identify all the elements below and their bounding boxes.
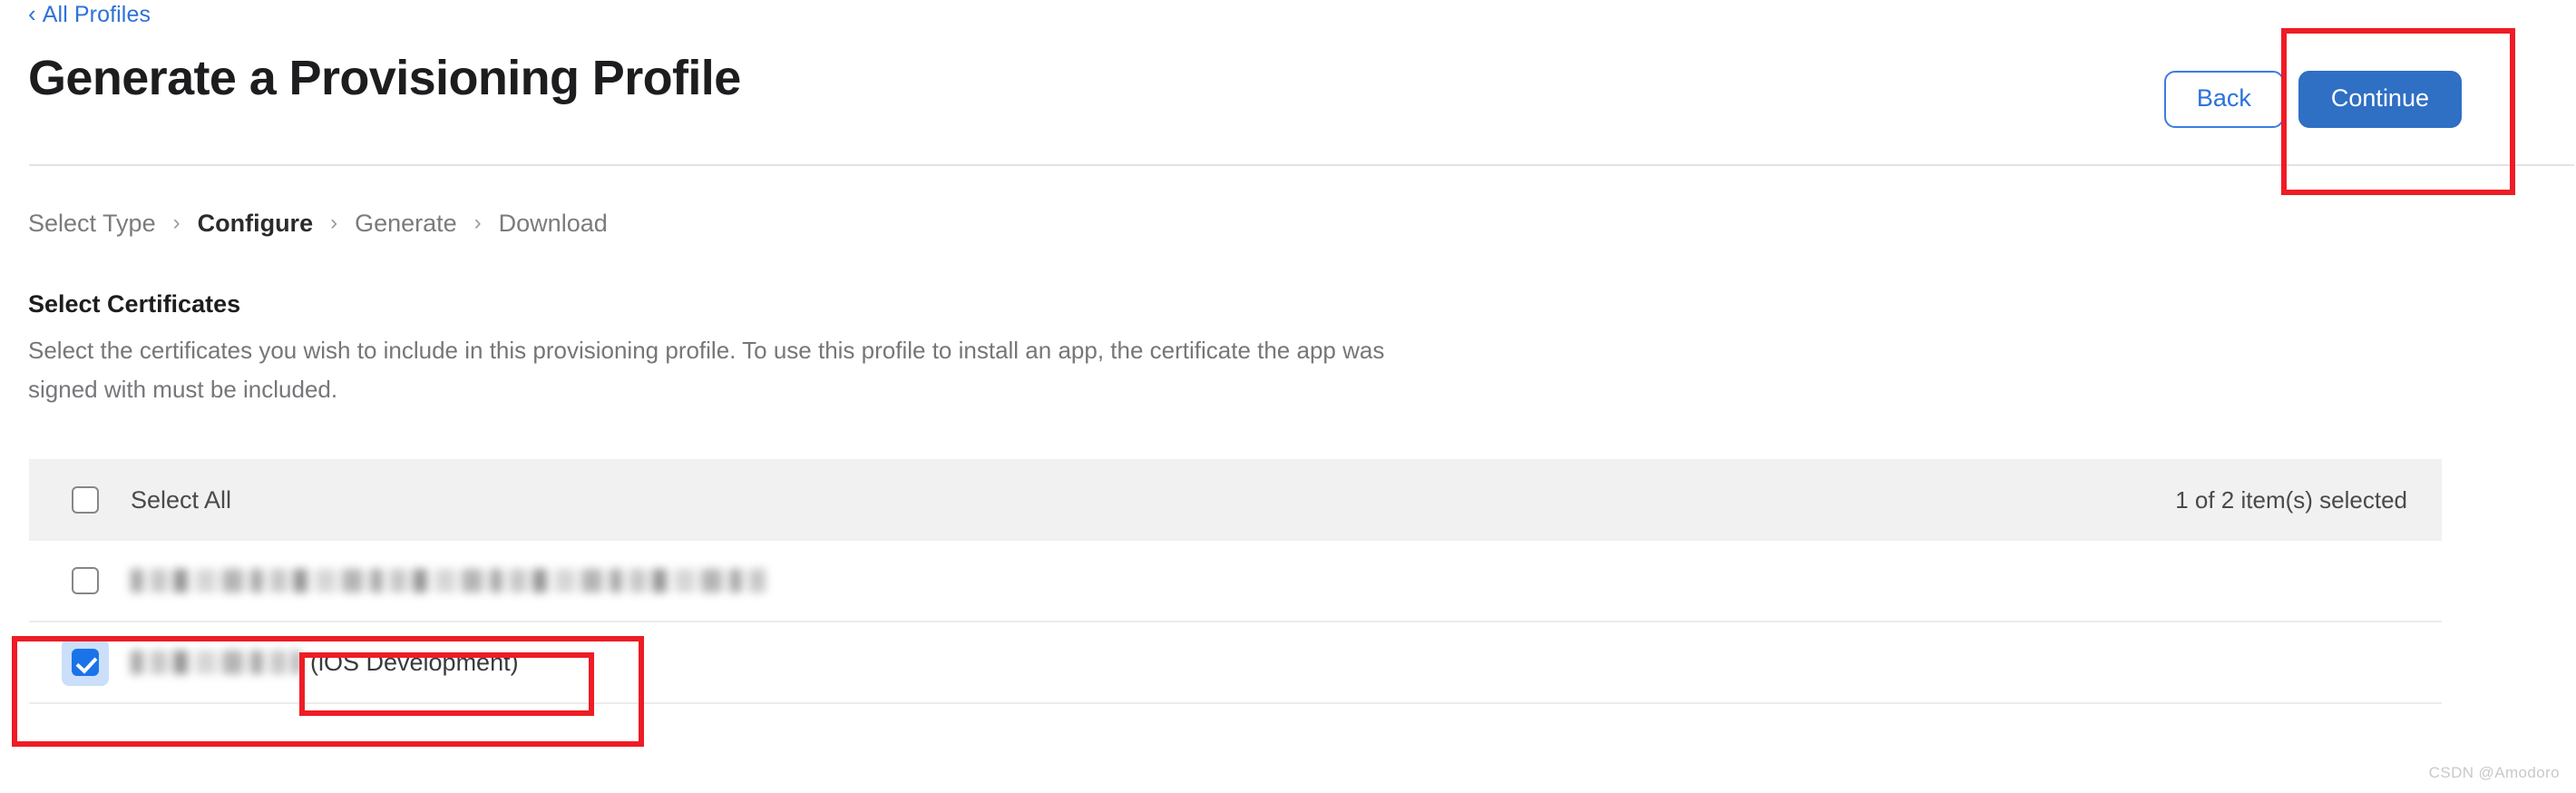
section-title: Select Certificates — [28, 290, 241, 318]
redacted-certificate-name — [131, 651, 299, 674]
step-separator-icon: › — [330, 210, 338, 235]
certificate-type-label: (iOS Development) — [310, 648, 519, 676]
back-button[interactable]: Back — [2163, 71, 2284, 128]
header-actions: Back Continue — [2163, 71, 2462, 128]
certificate-checkbox[interactable] — [72, 567, 99, 594]
certificate-checkbox-wrap — [62, 557, 109, 604]
step-separator-icon: › — [172, 210, 181, 235]
select-all-group[interactable]: Select All — [62, 476, 231, 524]
select-all-checkbox[interactable] — [72, 486, 99, 514]
step-configure[interactable]: Configure — [198, 210, 314, 238]
chevron-left-icon: ‹ — [28, 0, 36, 27]
selection-count-label: 1 of 2 item(s) selected — [2175, 485, 2407, 514]
select-all-checkbox-wrap — [62, 476, 109, 524]
wizard-step-breadcrumb: Select Type › Configure › Generate › Dow… — [28, 210, 608, 238]
step-download[interactable]: Download — [499, 210, 608, 238]
watermark: CSDN @Amodoro — [2428, 764, 2560, 781]
page-header: Generate a Provisioning Profile Back Con… — [0, 53, 2576, 131]
continue-button[interactable]: Continue — [2298, 71, 2462, 128]
all-profiles-back-link[interactable]: ‹ All Profiles — [28, 0, 151, 29]
certificate-checkbox-wrap — [62, 639, 109, 686]
certificate-name — [109, 569, 776, 592]
select-all-label: Select All — [131, 485, 232, 514]
certificates-table: Select All 1 of 2 item(s) selected (iOS … — [29, 459, 2442, 704]
header-divider — [29, 164, 2574, 166]
page-title: Generate a Provisioning Profile — [28, 51, 741, 105]
section-description: Select the certificates you wish to incl… — [28, 337, 1385, 403]
provisioning-profile-page: ‹ All Profiles Generate a Provisioning P… — [0, 0, 2576, 793]
table-header-row: Select All 1 of 2 item(s) selected — [29, 459, 2442, 541]
redacted-certificate-name — [131, 569, 766, 592]
step-generate[interactable]: Generate — [355, 210, 457, 238]
step-separator-icon: › — [473, 210, 482, 235]
certificate-checkbox[interactable] — [72, 649, 99, 676]
table-row[interactable] — [29, 541, 2442, 622]
certificate-name: (iOS Development) — [109, 649, 519, 677]
all-profiles-back-label: All Profiles — [42, 1, 151, 27]
step-select-type[interactable]: Select Type — [28, 210, 156, 238]
table-row[interactable]: (iOS Development) — [29, 622, 2442, 704]
